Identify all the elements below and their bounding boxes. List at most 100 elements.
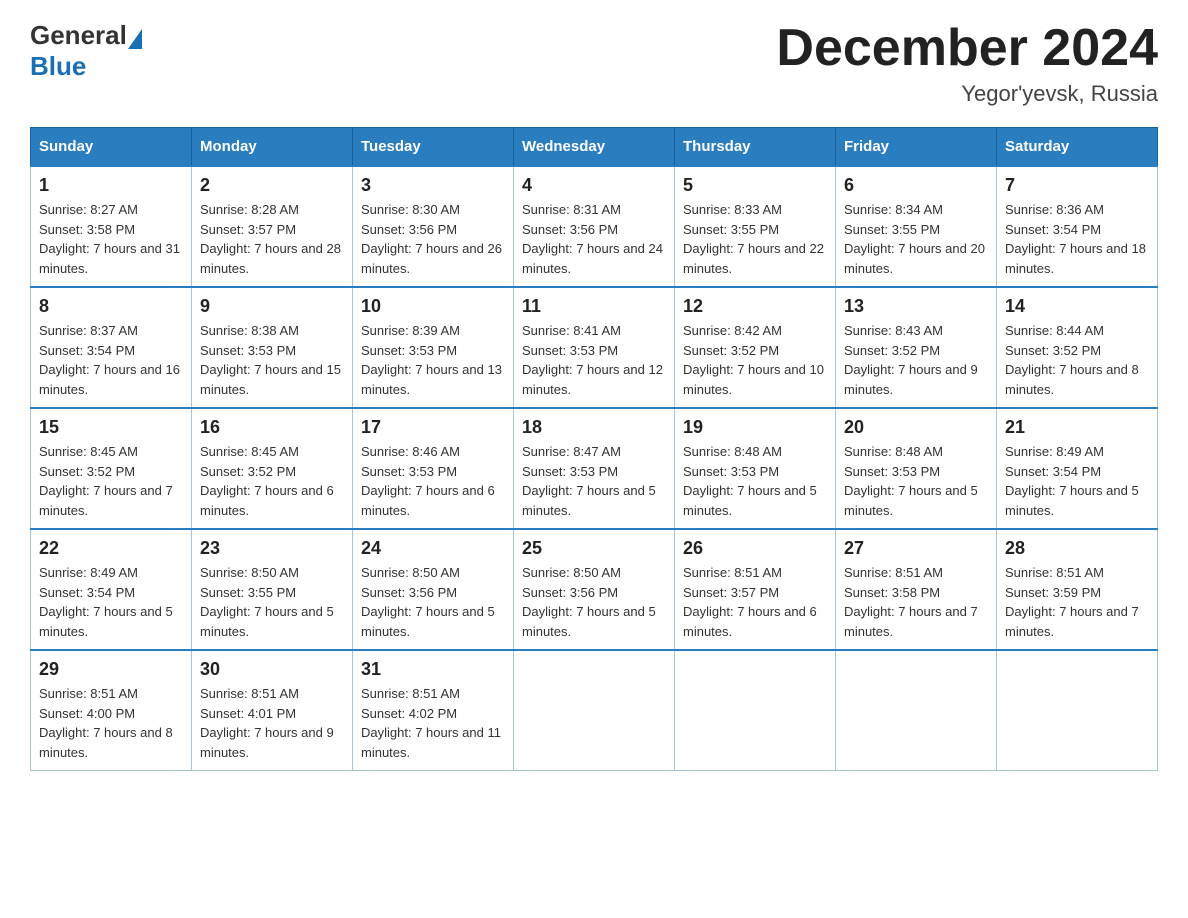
- daylight-text: Daylight: 7 hours and 24 minutes.: [522, 241, 663, 276]
- header-friday: Friday: [836, 128, 997, 167]
- header-tuesday: Tuesday: [353, 128, 514, 167]
- sunset-text: Sunset: 3:54 PM: [1005, 222, 1101, 237]
- day-info: Sunrise: 8:49 AMSunset: 3:54 PMDaylight:…: [1005, 442, 1149, 520]
- daylight-text: Daylight: 7 hours and 7 minutes.: [1005, 604, 1139, 639]
- day-cell: 2Sunrise: 8:28 AMSunset: 3:57 PMDaylight…: [192, 166, 353, 287]
- sunset-text: Sunset: 3:56 PM: [522, 222, 618, 237]
- day-cell: 7 Sunrise: 8:36 AM Sunset: 3:54 PM Daylight…: [997, 166, 1158, 287]
- sunset-text: Sunset: 3:53 PM: [683, 464, 779, 479]
- page-header: General Blue December 2024 Yegor'yevsk, …: [30, 20, 1158, 107]
- sunset-text: Sunset: 3:53 PM: [522, 343, 618, 358]
- daylight-text: Daylight: 7 hours and 8 minutes.: [39, 725, 173, 760]
- sunrise-text: Sunrise: 8:34 AM: [844, 202, 943, 217]
- sunrise-text: Sunrise: 8:51 AM: [200, 686, 299, 701]
- sunset-text: Sunset: 3:55 PM: [200, 585, 296, 600]
- sunrise-text: Sunrise: 8:31 AM: [522, 202, 621, 217]
- sunset-text: Sunset: 3:58 PM: [39, 222, 135, 237]
- sunset-text: Sunset: 3:57 PM: [200, 222, 296, 237]
- day-info: Sunrise: 8:49 AMSunset: 3:54 PMDaylight:…: [39, 563, 183, 641]
- day-cell: 28Sunrise: 8:51 AMSunset: 3:59 PMDayligh…: [997, 529, 1158, 650]
- calendar-header-row: SundayMondayTuesdayWednesdayThursdayFrid…: [31, 128, 1158, 167]
- sunset-text: Sunset: 3:57 PM: [683, 585, 779, 600]
- sunset-text: Sunset: 3:56 PM: [522, 585, 618, 600]
- day-cell: 14Sunrise: 8:44 AMSunset: 3:52 PMDayligh…: [997, 287, 1158, 408]
- day-number: 23: [200, 538, 344, 559]
- day-number: 20: [844, 417, 988, 438]
- daylight-text: Daylight: 7 hours and 6 minutes.: [683, 604, 817, 639]
- day-info: Sunrise: 8:45 AM Sunset: 3:52 PM Daylight:…: [200, 442, 344, 520]
- day-cell: 6Sunrise: 8:34 AMSunset: 3:55 PMDaylight…: [836, 166, 997, 287]
- sunrise-text: Sunrise: 8:50 AM: [522, 565, 621, 580]
- logo-arrow-icon: [128, 29, 142, 49]
- sunrise-text: Sunrise: 8:43 AM: [844, 323, 943, 338]
- title-block: December 2024 Yegor'yevsk, Russia: [776, 20, 1158, 107]
- sunset-text: Sunset: 3:56 PM: [361, 585, 457, 600]
- sunset-text: Sunset: 3:52 PM: [200, 464, 296, 479]
- day-number: 19: [683, 417, 827, 438]
- day-info: Sunrise: 8:51 AMSunset: 4:01 PMDaylight:…: [200, 684, 344, 762]
- day-cell: 26Sunrise: 8:51 AMSunset: 3:57 PMDayligh…: [675, 529, 836, 650]
- day-info: Sunrise: 8:34 AMSunset: 3:55 PMDaylight:…: [844, 200, 988, 278]
- sunset-text: Sunset: 3:52 PM: [683, 343, 779, 358]
- day-number: 31: [361, 659, 505, 680]
- sunrise-text: Sunrise: 8:51 AM: [844, 565, 943, 580]
- daylight-text: Daylight: 7 hours and 7 minutes.: [39, 483, 173, 518]
- daylight-text: Daylight: 7 hours and 26 minutes.: [361, 241, 502, 276]
- week-row-5: 29Sunrise: 8:51 AMSunset: 4:00 PMDayligh…: [31, 650, 1158, 771]
- day-number: 15: [39, 417, 183, 438]
- day-cell: 30 Sunrise: 8:51 AMSunset: 4:01 PMDayligh…: [192, 650, 353, 771]
- sunrise-text: Sunrise: 8:51 AM: [361, 686, 460, 701]
- sunrise-text: Sunrise: 8:50 AM: [361, 565, 460, 580]
- sunrise-text: Sunrise: 8:36 AM: [1005, 202, 1104, 217]
- day-number: 4: [522, 175, 666, 196]
- daylight-text: Daylight: 7 hours and 8 minutes.: [1005, 362, 1139, 397]
- day-info: Sunrise: 8:44 AMSunset: 3:52 PMDaylight:…: [1005, 321, 1149, 399]
- daylight-text: Daylight: 7 hours and 18 minutes.: [1005, 241, 1146, 276]
- sunrise-text: Sunrise: 8:30 AM: [361, 202, 460, 217]
- daylight-text: Daylight: 7 hours and 5 minutes.: [844, 483, 978, 518]
- sunset-text: Sunset: 3:53 PM: [361, 343, 457, 358]
- sunset-text: Sunset: 3:52 PM: [1005, 343, 1101, 358]
- daylight-text: Daylight: 7 hours and 5 minutes.: [522, 483, 656, 518]
- day-cell: 21Sunrise: 8:49 AMSunset: 3:54 PMDayligh…: [997, 408, 1158, 529]
- day-info: Sunrise: 8:45 AMSunset: 3:52 PMDaylight:…: [39, 442, 183, 520]
- day-number: 7: [1005, 175, 1149, 196]
- day-cell: 29Sunrise: 8:51 AMSunset: 4:00 PMDayligh…: [31, 650, 192, 771]
- day-info: Sunrise: 8:33 AMSunset: 3:55 PMDaylight:…: [683, 200, 827, 278]
- day-info: Sunrise: 8:43 AMSunset: 3:52 PMDaylight:…: [844, 321, 988, 399]
- day-info: Sunrise: 8:48 AMSunset: 3:53 PMDaylight:…: [683, 442, 827, 520]
- day-info: Sunrise: 8:28 AMSunset: 3:57 PMDaylight:…: [200, 200, 344, 278]
- header-monday: Monday: [192, 128, 353, 167]
- day-info: Sunrise: 8:36 AM Sunset: 3:54 PM Daylight:…: [1005, 200, 1149, 278]
- sunset-text: Sunset: 3:52 PM: [844, 343, 940, 358]
- day-cell: 25Sunrise: 8:50 AMSunset: 3:56 PMDayligh…: [514, 529, 675, 650]
- day-number: 30: [200, 659, 344, 680]
- calendar-table: SundayMondayTuesdayWednesdayThursdayFrid…: [30, 127, 1158, 771]
- day-cell: 1Sunrise: 8:27 AMSunset: 3:58 PMDaylight…: [31, 166, 192, 287]
- day-number: 22: [39, 538, 183, 559]
- day-cell: 4 Sunrise: 8:31 AM Sunset: 3:56 PM Daylight…: [514, 166, 675, 287]
- day-info: Sunrise: 8:41 AMSunset: 3:53 PMDaylight:…: [522, 321, 666, 399]
- sunrise-text: Sunrise: 8:49 AM: [39, 565, 138, 580]
- logo-general-text: General: [30, 20, 127, 51]
- sunset-text: Sunset: 3:55 PM: [683, 222, 779, 237]
- sunrise-text: Sunrise: 8:48 AM: [844, 444, 943, 459]
- day-number: 5: [683, 175, 827, 196]
- day-cell: 13Sunrise: 8:43 AMSunset: 3:52 PMDayligh…: [836, 287, 997, 408]
- day-info: Sunrise: 8:48 AMSunset: 3:53 PMDaylight:…: [844, 442, 988, 520]
- day-info: Sunrise: 8:50 AMSunset: 3:56 PMDaylight:…: [361, 563, 505, 641]
- day-cell: [675, 650, 836, 771]
- day-cell: 15 Sunrise: 8:45 AMSunset: 3:52 PMDayligh…: [31, 408, 192, 529]
- daylight-text: Daylight: 7 hours and 6 minutes.: [200, 483, 334, 518]
- sunset-text: Sunset: 3:55 PM: [844, 222, 940, 237]
- day-info: Sunrise: 8:47 AMSunset: 3:53 PMDaylight:…: [522, 442, 666, 520]
- day-cell: 9Sunrise: 8:38 AMSunset: 3:53 PMDaylight…: [192, 287, 353, 408]
- day-number: 10: [361, 296, 505, 317]
- day-number: 8: [39, 296, 183, 317]
- sunrise-text: Sunrise: 8:46 AM: [361, 444, 460, 459]
- sunset-text: Sunset: 3:53 PM: [522, 464, 618, 479]
- sunrise-text: Sunrise: 8:45 AM: [200, 444, 299, 459]
- calendar-title: December 2024: [776, 20, 1158, 77]
- day-number: 16: [200, 417, 344, 438]
- sunrise-text: Sunrise: 8:33 AM: [683, 202, 782, 217]
